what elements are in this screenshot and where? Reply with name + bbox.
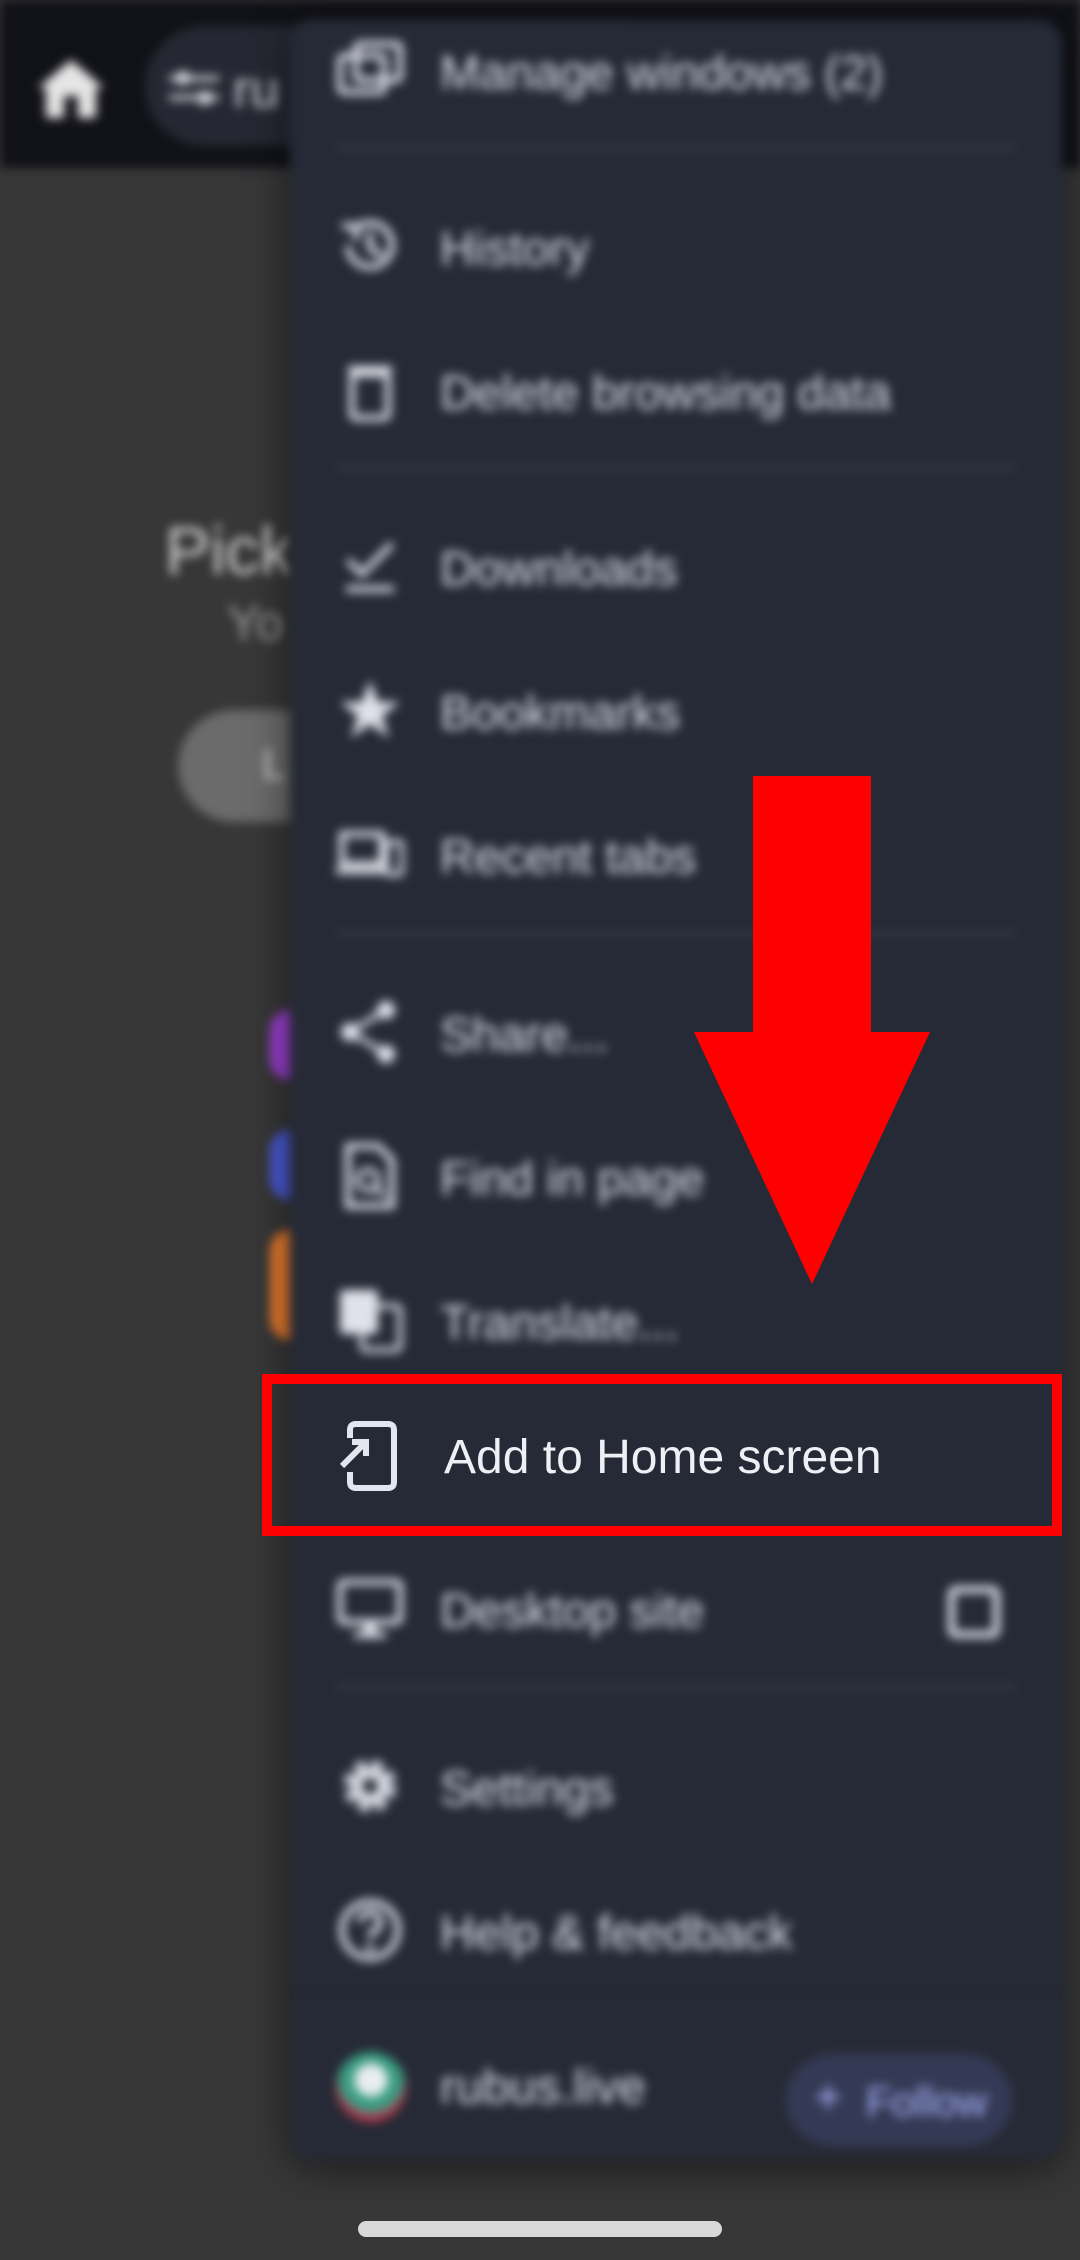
menu-item-downloads[interactable]: Downloads — [290, 496, 1062, 636]
menu-item-label: Find in page — [440, 1153, 705, 1206]
menu-item-recent-tabs[interactable]: Recent tabs — [290, 784, 1062, 924]
menu-site-row: rubus.live + Follow — [290, 2014, 1062, 2154]
menu-divider — [290, 1992, 1062, 1994]
menu-item-label: Manage windows (2) — [440, 47, 883, 100]
trash-icon — [348, 366, 392, 421]
gear-icon — [344, 1760, 396, 1812]
menu-item-label: Settings — [440, 1763, 614, 1816]
follow-button[interactable]: + Follow — [786, 2054, 1012, 2146]
menu-item-label: Share... — [440, 1009, 609, 1062]
menu-item-label: Recent tabs — [440, 831, 697, 884]
home-icon[interactable] — [34, 56, 108, 122]
star-icon — [340, 680, 400, 738]
find-in-page-icon — [345, 1143, 395, 1209]
menu-item-label: Translate... — [440, 1297, 679, 1350]
downloads-icon — [345, 541, 395, 592]
menu-item-history[interactable]: History — [290, 176, 1062, 316]
page-subheading: Yo — [227, 595, 284, 651]
help-icon — [339, 1899, 401, 1961]
highlight-box — [262, 1374, 1062, 1536]
red-arrow-down-icon — [694, 776, 930, 1284]
menu-item-bookmarks[interactable]: Bookmarks — [290, 640, 1062, 780]
site-favicon — [336, 2052, 406, 2122]
translate-icon — [340, 1290, 403, 1353]
site-settings-icon[interactable] — [167, 68, 221, 108]
gesture-nav-handle[interactable] — [358, 2221, 722, 2237]
url-text: ru — [233, 61, 280, 119]
menu-divider — [336, 146, 1016, 149]
menu-item-label: Delete browsing data — [440, 367, 891, 420]
menu-divider — [336, 1686, 1016, 1689]
menu-item-label: Bookmarks — [440, 687, 681, 740]
menu-item-manage-windows[interactable]: Manage windows (2) — [290, 0, 1062, 140]
page-button-label: L — [262, 740, 287, 789]
share-icon — [341, 1001, 395, 1063]
menu-item-label: Desktop site — [440, 1585, 705, 1638]
devices-icon — [336, 831, 404, 877]
menu-item-help-feedback[interactable]: Help & feedback — [290, 1860, 1062, 2000]
overflow-menu: Manage windows (2) History Delete browsi… — [290, 20, 1062, 2160]
desktop-site-checkbox[interactable] — [948, 1586, 1000, 1638]
menu-item-settings[interactable]: Settings — [290, 1716, 1062, 1856]
history-icon — [342, 220, 395, 270]
manage-windows-icon — [337, 41, 403, 95]
site-name: rubus.live — [440, 2061, 646, 2114]
desktop-icon — [337, 1579, 403, 1638]
follow-label: Follow — [866, 2078, 988, 2125]
menu-divider — [336, 466, 1016, 469]
menu-item-label: Help & feedback — [440, 1907, 793, 1960]
menu-item-find-in-page[interactable]: Find in page — [290, 1106, 1062, 1246]
page-heading: Pick — [165, 513, 294, 589]
menu-item-delete-browsing-data[interactable]: Delete browsing data — [290, 320, 1062, 460]
menu-item-translate[interactable]: Translate... — [290, 1250, 1062, 1390]
menu-item-label: History — [440, 223, 590, 276]
menu-item-desktop-site[interactable]: Desktop site — [290, 1538, 1062, 1678]
plus-icon: + — [814, 2071, 843, 2124]
menu-item-share[interactable]: Share... — [290, 962, 1062, 1102]
menu-item-label: Downloads — [440, 543, 678, 596]
